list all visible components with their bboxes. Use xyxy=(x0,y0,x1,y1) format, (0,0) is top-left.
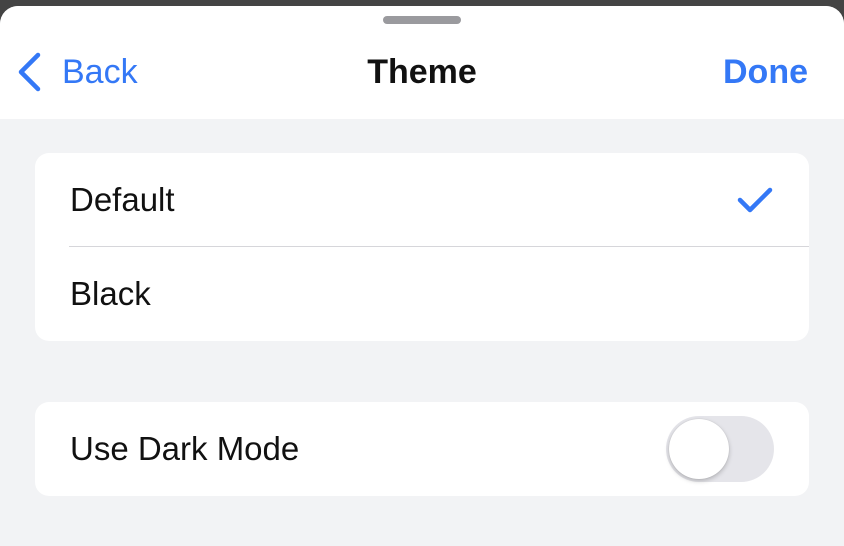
dark-mode-row: Use Dark Mode xyxy=(35,402,809,496)
theme-option-default[interactable]: Default xyxy=(35,153,809,247)
back-button[interactable]: Back xyxy=(16,50,138,94)
theme-option-label: Black xyxy=(70,275,151,312)
theme-option-label: Default xyxy=(70,181,175,218)
theme-option-black[interactable]: Black xyxy=(35,247,809,341)
navigation-bar: Back Theme Done xyxy=(0,6,844,119)
dark-mode-group: Use Dark Mode xyxy=(35,402,809,496)
checkmark-icon xyxy=(737,186,773,219)
done-button[interactable]: Done xyxy=(723,52,808,92)
chevron-left-icon xyxy=(16,52,42,92)
sheet-grabber[interactable] xyxy=(383,16,461,24)
dark-mode-toggle[interactable] xyxy=(666,416,774,482)
theme-sheet: Back Theme Done Default Black Use Dark M… xyxy=(0,6,844,546)
toggle-knob[interactable] xyxy=(669,419,729,479)
theme-options-group: Default Black xyxy=(35,153,809,341)
back-button-label: Back xyxy=(62,53,138,91)
dark-mode-label: Use Dark Mode xyxy=(70,430,300,467)
